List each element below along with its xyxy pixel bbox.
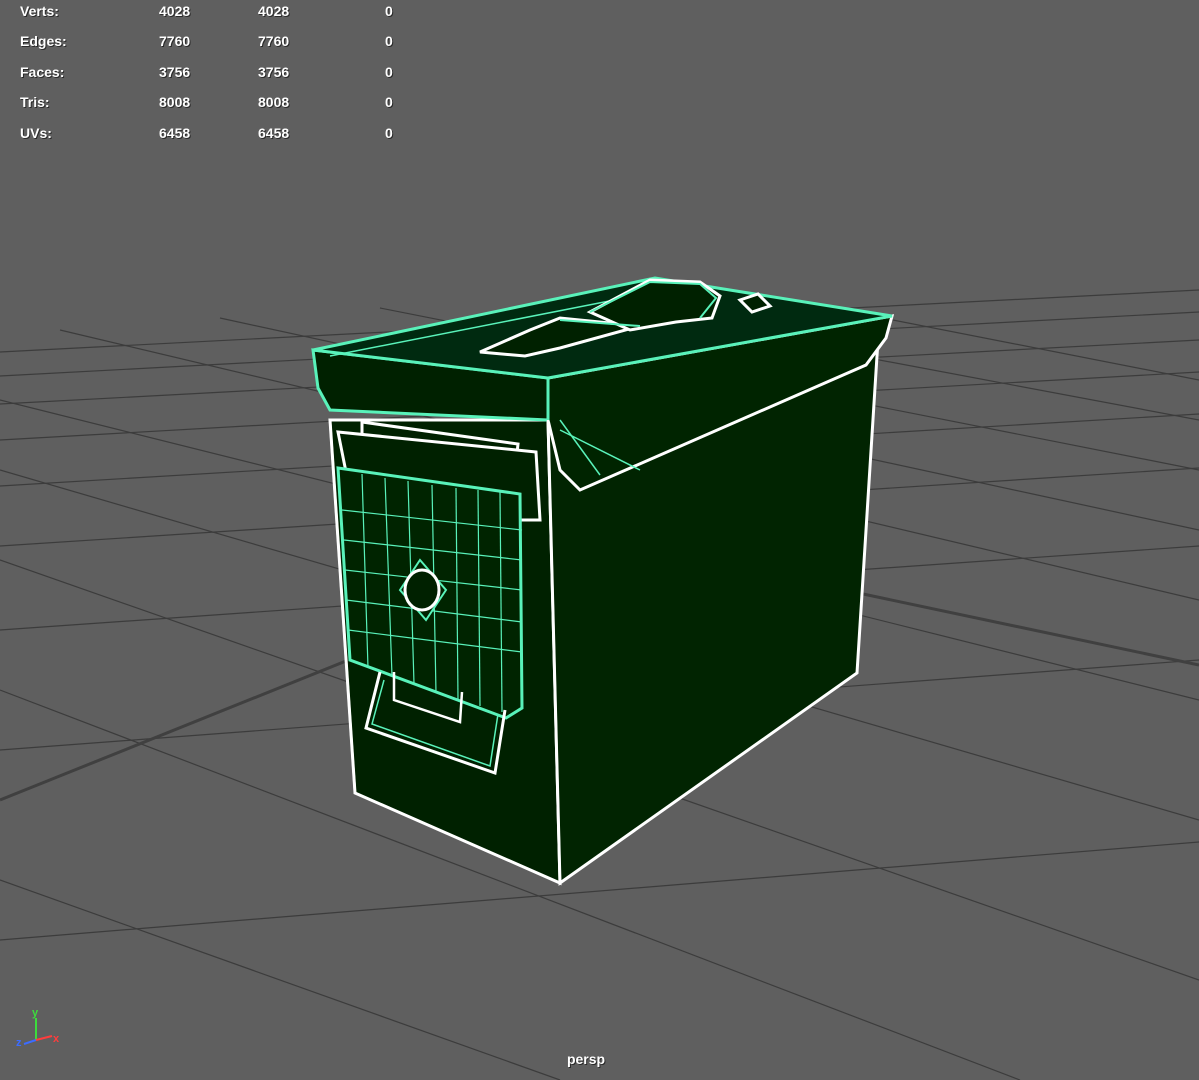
hud-value: 4028 <box>258 3 290 19</box>
hud-value: 8008 <box>258 94 290 110</box>
perspective-viewport[interactable] <box>0 0 1199 1080</box>
x-axis-icon <box>35 1035 53 1041</box>
hud-value: 6458 <box>159 125 191 141</box>
hud-value: 7760 <box>258 33 290 49</box>
view-axis-gizmo: y z x <box>16 1007 60 1049</box>
hud-value: 0 <box>385 64 393 80</box>
hud-value: 0 <box>385 3 393 19</box>
hud-value: 8008 <box>159 94 191 110</box>
x-axis-label: x <box>53 1033 60 1045</box>
hud-value: 0 <box>385 94 393 110</box>
camera-name-label: persp <box>566 1051 606 1067</box>
hud-value: 3756 <box>258 64 290 80</box>
hud-value: 7760 <box>159 33 191 49</box>
z-axis-icon <box>23 1039 37 1045</box>
y-axis-label: y <box>32 1007 39 1019</box>
hud-value: 3756 <box>159 64 191 80</box>
hud-value: 0 <box>385 33 393 49</box>
hud-value: 0 <box>385 125 393 141</box>
z-axis-label: z <box>16 1037 22 1049</box>
hud-value: 6458 <box>258 125 290 141</box>
hud-value: 4028 <box>159 3 191 19</box>
